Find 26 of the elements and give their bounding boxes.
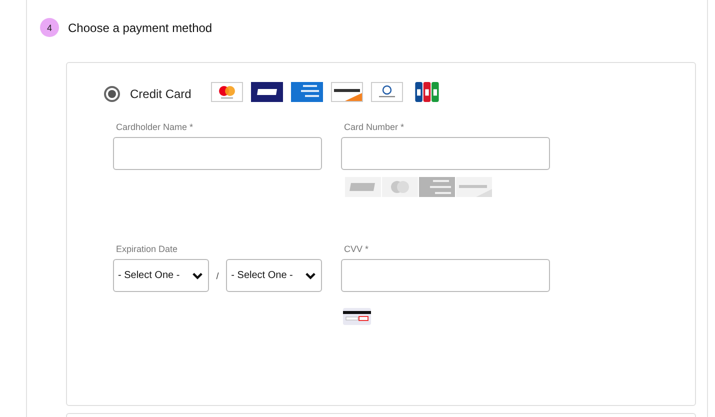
card-brand-icon (456, 177, 492, 197)
month-year-dropdown[interactable]: - Select One - (226, 259, 322, 292)
input-field[interactable] (341, 259, 550, 292)
radio-button[interactable] (104, 86, 120, 102)
date-separator: / (215, 270, 220, 280)
card-brand-icon (345, 177, 381, 197)
field-label: Card Number * (344, 122, 406, 132)
card-brand-icon (382, 177, 418, 197)
month-year-dropdown[interactable]: - Select One - (113, 259, 209, 292)
card-brand-icon (371, 82, 404, 102)
input-field[interactable] (341, 137, 550, 170)
input-field[interactable] (113, 137, 322, 170)
card-back-icon (343, 308, 371, 325)
card-brand-icon (291, 82, 324, 102)
section-title: Choose a payment method (68, 20, 212, 34)
chevron-down-icon (305, 272, 316, 280)
field-label: Cardholder Name * (116, 122, 194, 132)
field-label: Expiration Date (116, 244, 179, 254)
card-brand-icon (331, 82, 364, 102)
card-brand-icon (251, 82, 284, 102)
card-brand-icon (211, 82, 244, 102)
chevron-down-icon (192, 272, 203, 280)
field-label: CVV * (344, 244, 370, 254)
step-badge: 4 (40, 18, 59, 37)
payment-method-label[interactable]: Credit Card (130, 87, 192, 101)
card-brand-icon (419, 177, 455, 197)
